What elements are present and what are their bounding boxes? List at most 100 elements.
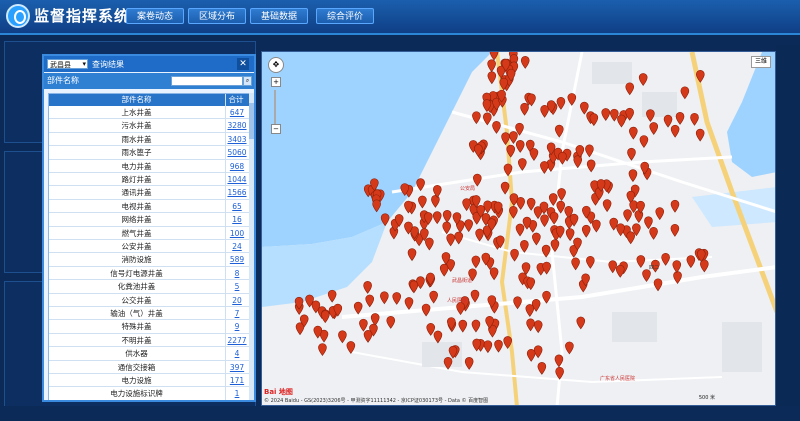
table-row: 消防设施 589 (49, 253, 249, 267)
table-row: 上水井盖 647 (49, 106, 249, 120)
component-name: 燃气井盖 (121, 228, 152, 238)
app-title: 监督指挥系统 (34, 7, 131, 25)
component-count-link[interactable]: 5 (226, 280, 248, 293)
table-row: 通信交接箱 397 (49, 361, 249, 374)
dialog-header: 武昌县 查询结果 ✕ (44, 56, 254, 72)
component-name: 信号灯电源井盖 (110, 268, 163, 278)
component-count-link[interactable]: 4 (226, 347, 248, 360)
component-count-link[interactable]: 397 (226, 361, 248, 374)
app-logo-icon (6, 4, 30, 28)
component-name: 公交井盖 (121, 295, 152, 305)
component-name: 供水器 (125, 349, 148, 359)
component-count-link[interactable]: 65 (226, 200, 248, 213)
scrollbar[interactable] (249, 93, 254, 400)
component-count-link[interactable]: 24 (226, 240, 248, 253)
component-name: 消防设施 (121, 255, 152, 265)
component-name: 公安井盖 (121, 242, 152, 251)
search-input[interactable] (171, 76, 243, 86)
table-row: 输油（气）井盖 7 (49, 307, 249, 321)
map-label: 公安局 (460, 186, 476, 192)
baidu-logo: Bai 地图 (264, 388, 293, 396)
map-attribution: © 2024 Baidu - GS(2023)3206号 - 甲测资字11111… (264, 398, 489, 404)
zoom-in-icon[interactable]: + (271, 77, 281, 87)
table-header: 部件名称 合计 (49, 94, 249, 106)
table-label: 部件名称 (47, 76, 79, 85)
table-row: 电力设施标识牌 1 (49, 387, 249, 400)
dialog-subheader: 部件名称 ⌕ (44, 73, 254, 89)
bottom-background (0, 406, 800, 421)
component-count-link[interactable]: 1566 (226, 186, 248, 199)
nav-area-distribution[interactable]: 区域分布 (188, 8, 247, 24)
table-row: 电力设施 171 (49, 374, 249, 388)
component-name: 不明井盖 (121, 335, 152, 345)
component-name: 电力井盖 (121, 161, 152, 171)
component-count-link[interactable]: 9 (226, 320, 248, 333)
map-scale: 500 米 (698, 395, 715, 401)
table-row: 雨水篦子 5060 (49, 146, 249, 160)
component-count-link[interactable]: 3280 (226, 119, 248, 132)
table-row: 雨水井盖 3403 (49, 133, 249, 147)
component-name: 雨水井盖 (121, 134, 152, 144)
component-name: 雨水篦子 (121, 148, 152, 158)
component-name: 电力设施 (121, 376, 152, 385)
map-view[interactable]: ✥ + − 三维 公安局 四二 武昌街道 广东省人民医院 人民医院 Bai 地图… (261, 51, 776, 406)
table-row: 特殊井盖 9 (49, 320, 249, 334)
component-count-link[interactable]: 20 (226, 294, 248, 307)
table-row: 公交井盖 20 (49, 294, 249, 307)
component-count-link[interactable]: 16 (226, 213, 248, 226)
nav-basic-data[interactable]: 基础数据 (250, 8, 309, 24)
component-name: 污水井盖 (121, 121, 152, 131)
component-name: 输油（气）井盖 (110, 309, 163, 318)
component-count-link[interactable]: 589 (226, 253, 248, 266)
search-icon[interactable]: ⌕ (243, 76, 252, 86)
component-count-link[interactable]: 647 (226, 106, 248, 119)
table-row: 通讯井盖 1566 (49, 186, 249, 200)
dialog-title: 查询结果 (92, 60, 124, 69)
table-row: 网络井盖 16 (49, 213, 249, 227)
component-count-link[interactable]: 2277 (226, 334, 248, 347)
component-name: 特殊井盖 (121, 322, 152, 332)
component-name: 电视井盖 (121, 201, 152, 211)
component-count-link[interactable]: 100 (226, 227, 248, 240)
component-count-link[interactable]: 1044 (226, 173, 248, 186)
component-name: 网络井盖 (121, 215, 152, 225)
map-label: 武昌街道 (452, 278, 473, 284)
column-header-total: 合计 (228, 95, 244, 104)
component-name: 通信交接箱 (117, 362, 156, 372)
component-count-link[interactable]: 171 (226, 374, 248, 387)
pan-control-icon[interactable]: ✥ (268, 57, 284, 73)
component-name: 化粪池井盖 (117, 282, 156, 292)
table-row: 电力井盖 968 (49, 160, 249, 173)
zoom-out-icon[interactable]: − (271, 124, 281, 134)
component-table: 部件名称 合计 上水井盖 647 污水井盖 3280 雨水井盖 3403 雨水篦子 5060 电… (48, 93, 250, 400)
table-row: 路灯井盖 1044 (49, 173, 249, 187)
district-select[interactable]: 武昌县 (47, 59, 88, 69)
table-row: 燃气井盖 100 (49, 227, 249, 240)
component-count-link[interactable]: 1 (226, 387, 248, 400)
table-row: 污水井盖 3280 (49, 119, 249, 133)
map-label: 四二 (649, 265, 660, 271)
table-row: 化粪池井盖 5 (49, 280, 249, 294)
component-count-link[interactable]: 5060 (226, 146, 248, 159)
component-count-link[interactable]: 7 (226, 307, 248, 320)
right-background (776, 45, 800, 421)
table-row: 不明井盖 2277 (49, 334, 249, 348)
map-label: 人民医院 (447, 298, 468, 304)
component-count-link[interactable]: 968 (226, 160, 248, 173)
component-count-link[interactable]: 8 (226, 267, 248, 280)
component-name: 电力设施标识牌 (110, 389, 163, 399)
nav-case-dynamics[interactable]: 案卷动态 (126, 8, 185, 24)
close-icon[interactable]: ✕ (237, 58, 249, 70)
component-count-link[interactable]: 3403 (226, 133, 248, 146)
table-row: 公安井盖 24 (49, 240, 249, 254)
top-bar: 监督指挥系统 案卷动态 区域分布 基础数据 综合评价 (0, 0, 800, 35)
map-canvas (262, 52, 775, 405)
column-header-name: 部件名称 (121, 95, 152, 104)
component-name: 路灯井盖 (121, 175, 152, 184)
nav-comprehensive-evaluation[interactable]: 综合评价 (316, 8, 375, 24)
table-row: 供水器 4 (49, 347, 249, 361)
map-type-toggle[interactable]: 三维 (751, 56, 771, 68)
table-row: 信号灯电源井盖 8 (49, 267, 249, 281)
table-row: 电视井盖 65 (49, 200, 249, 214)
scrollbar-thumb[interactable] (249, 103, 254, 139)
